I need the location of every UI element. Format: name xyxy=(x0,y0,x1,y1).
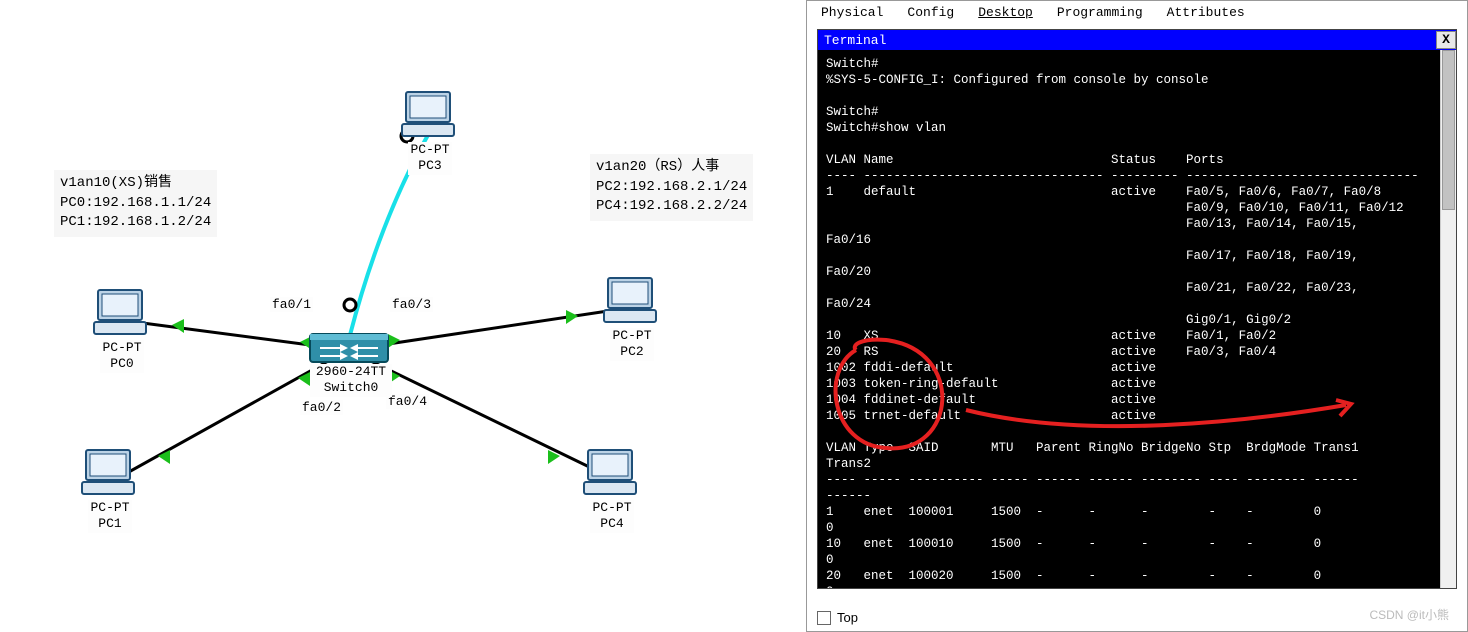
terminal-title-text: Terminal xyxy=(824,33,886,48)
pc4-label: PC-PT PC4 xyxy=(590,500,634,533)
pc2-label: PC-PT PC2 xyxy=(610,328,654,361)
vlan20-label: v1an20（RS）人事 PC2:192.168.2.1/24 PC4:192.… xyxy=(590,154,753,221)
port-fa02: fa0/2 xyxy=(300,400,343,415)
port-fa04: fa0/4 xyxy=(386,394,429,409)
terminal-window: Terminal X Switch# %SYS-5-CONFIG_I: Conf… xyxy=(817,29,1457,589)
pc4-icon xyxy=(584,450,636,494)
switch-label: 2960-24TT Switch0 xyxy=(310,364,392,397)
pc3-label: PC-PT PC3 xyxy=(408,142,452,175)
device-window: Physical Config Desktop Programming Attr… xyxy=(806,0,1468,632)
terminal-titlebar: Terminal X xyxy=(818,30,1456,50)
vlan10-label: v1an10(XS)销售 PC0:192.168.1.1/24 PC1:192.… xyxy=(54,170,217,237)
terminal-output[interactable]: Switch# %SYS-5-CONFIG_I: Configured from… xyxy=(818,50,1456,588)
switch-icon xyxy=(310,334,388,362)
pc0-label: PC-PT PC0 xyxy=(100,340,144,373)
tab-programming[interactable]: Programming xyxy=(1057,5,1143,20)
pc2-icon xyxy=(604,278,656,322)
tab-attributes[interactable]: Attributes xyxy=(1167,5,1245,20)
terminal-close-button[interactable]: X xyxy=(1436,31,1456,49)
watermark: CSDN @it小熊 xyxy=(1369,606,1449,623)
bottom-bar: Top xyxy=(817,610,1457,625)
tab-physical[interactable]: Physical xyxy=(821,5,883,20)
terminal-scrollbar[interactable] xyxy=(1440,50,1456,588)
scroll-thumb[interactable] xyxy=(1442,50,1455,210)
port-fa03: fa0/3 xyxy=(390,297,433,312)
top-checkbox[interactable] xyxy=(817,611,831,625)
tab-config[interactable]: Config xyxy=(907,5,954,20)
tab-bar: Physical Config Desktop Programming Attr… xyxy=(807,1,1467,24)
pc1-label: PC-PT PC1 xyxy=(88,500,132,533)
port-fa01: fa0/1 xyxy=(270,297,313,312)
topology-canvas[interactable]: v1an10(XS)销售 PC0:192.168.1.1/24 PC1:192.… xyxy=(0,0,806,632)
top-label: Top xyxy=(837,610,858,625)
topology-svg xyxy=(0,0,806,632)
pc0-icon xyxy=(94,290,146,334)
pc3-icon xyxy=(402,92,454,136)
pc1-icon xyxy=(82,450,134,494)
tab-desktop[interactable]: Desktop xyxy=(978,5,1033,20)
